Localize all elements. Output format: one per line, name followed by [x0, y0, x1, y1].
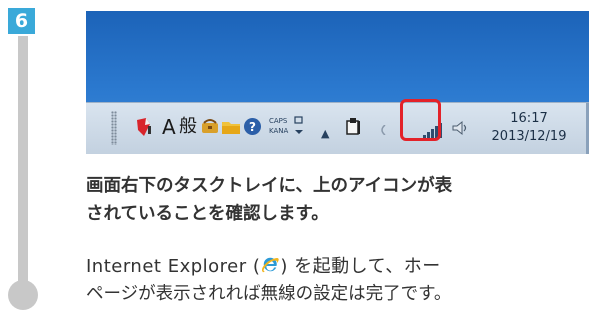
taskbar: A 般 ? CAPS KANA ▲ 16:17 2013/12/19 — [86, 102, 589, 154]
caps-kana-indicator: CAPS KANA — [269, 116, 288, 136]
red-shield-icon[interactable] — [134, 116, 154, 138]
taskbar-clock[interactable]: 16:17 2013/12/19 — [473, 110, 585, 146]
folder-icon[interactable] — [221, 118, 241, 136]
step-number-badge: 6 — [8, 8, 35, 34]
instruction-line-1: 画面右下のタスクトレイに、上のアイコンが表 — [86, 176, 453, 196]
ie-text-after: ) を起動して、ホー — [280, 256, 441, 277]
wireless-icon-highlight — [400, 99, 441, 141]
caps-label: CAPS — [269, 117, 288, 125]
clock-date: 2013/12/19 — [491, 129, 567, 144]
desktop-screenshot: A 般 ? CAPS KANA ▲ 16:17 2013/12/19 — [86, 11, 589, 154]
show-hidden-icons-button[interactable]: ▲ — [321, 121, 329, 147]
instruction-line-3: Internet Explorer ( ) を起動して、ホー — [86, 253, 589, 281]
tray-separator-icon — [381, 125, 386, 135]
kana-label: KANA — [269, 127, 289, 135]
clock-time: 16:17 — [510, 111, 548, 126]
chevron-down-icon[interactable] — [294, 128, 304, 136]
internet-explorer-icon — [262, 257, 280, 273]
ie-text-before: Internet Explorer ( — [86, 256, 261, 277]
speaker-icon[interactable] — [451, 120, 469, 136]
toolbox-icon[interactable] — [200, 118, 220, 136]
taskbar-grip — [111, 111, 117, 145]
help-icon[interactable]: ? — [244, 118, 261, 135]
instruction-line-2: されていることを確認します。 — [86, 204, 329, 224]
ime-pad-icon[interactable] — [294, 115, 304, 125]
ime-mode-indicator[interactable]: 般 — [179, 114, 197, 140]
action-center-icon[interactable] — [344, 117, 362, 137]
step-rail — [18, 36, 28, 291]
instruction-line-4: ページが表示されれば無線の設定は完了です。 — [86, 284, 452, 304]
language-indicator[interactable]: A — [162, 114, 176, 140]
step-rail-end-dot — [8, 280, 38, 310]
